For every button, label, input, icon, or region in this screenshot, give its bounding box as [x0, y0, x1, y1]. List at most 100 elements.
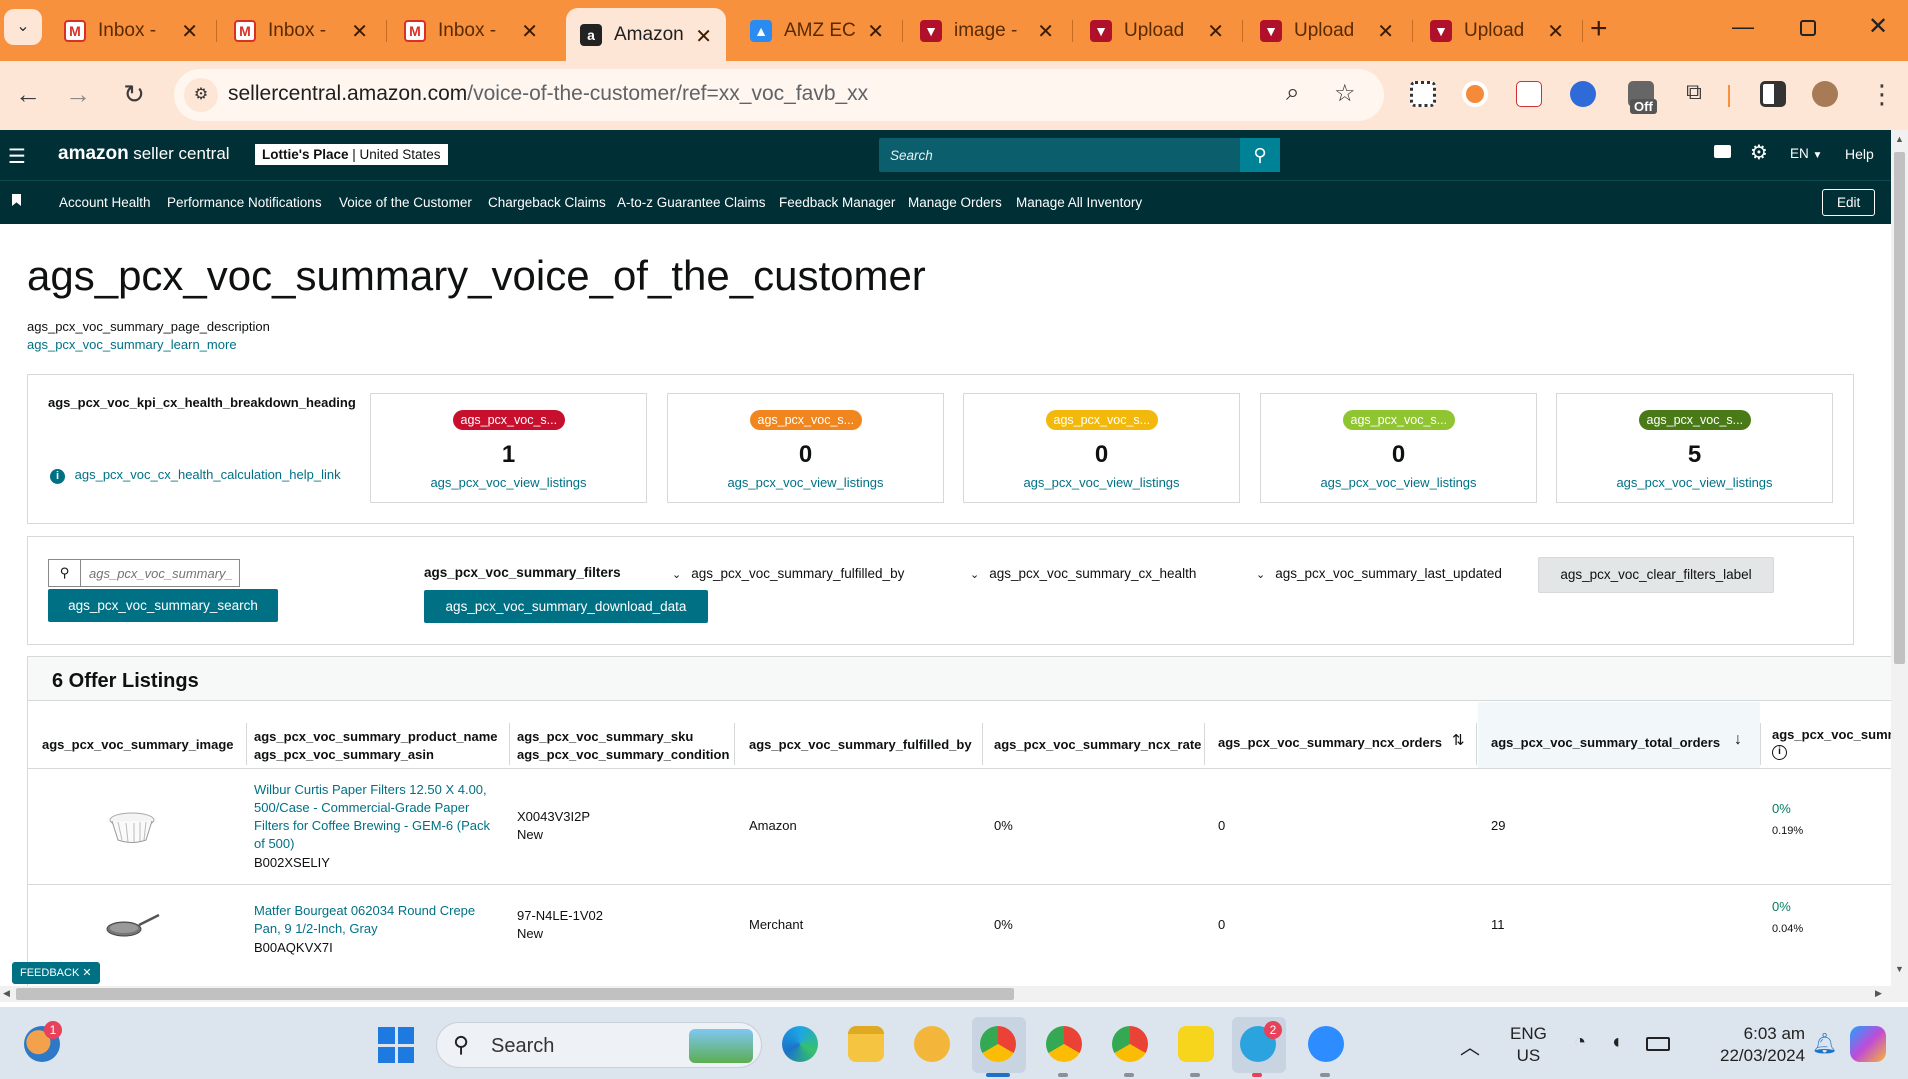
- file-explorer-icon[interactable]: [848, 1026, 884, 1062]
- back-icon[interactable]: ←: [12, 79, 44, 110]
- bookmark-icon[interactable]: [12, 194, 21, 206]
- close-icon[interactable]: ✕: [1207, 19, 1224, 44]
- volume-icon[interactable]: ◖: [1610, 1031, 1622, 1054]
- vpn-icon[interactable]: [914, 1026, 950, 1062]
- close-icon[interactable]: ✕: [1377, 19, 1394, 44]
- feedback-tab[interactable]: FEEDBACK ✕: [12, 962, 100, 984]
- cx-health-dropdown[interactable]: ⌄ ags_pcx_voc_summary_cx_health: [970, 566, 1196, 581]
- view-listings-link[interactable]: ags_pcx_voc_view_listings: [1261, 475, 1536, 490]
- product-name-link[interactable]: Wilbur Curtis Paper Filters 12.50 X 4.00…: [254, 781, 494, 853]
- download-data-button[interactable]: ags_pcx_voc_summary_download_data: [424, 590, 708, 623]
- nav-voice-of-the-customer[interactable]: Voice of the Customer: [339, 195, 472, 210]
- address-bar[interactable]: ⚙ sellercentral.amazon.com/voice-of-the-…: [174, 69, 1384, 121]
- view-listings-link[interactable]: ags_pcx_voc_view_listings: [1557, 475, 1832, 490]
- extensions-puzzle-icon[interactable]: ⧉: [1678, 79, 1710, 105]
- notification-bell-icon[interactable]: 🔔︎: [1812, 1031, 1837, 1056]
- close-icon[interactable]: ✕: [521, 19, 538, 44]
- horizontal-scroll-thumb[interactable]: [16, 988, 1014, 1000]
- profile-avatar[interactable]: [1812, 81, 1838, 107]
- kpi-card-poor[interactable]: ags_pcx_voc_s... 0 ags_pcx_voc_view_list…: [667, 393, 944, 503]
- tab-upload-1[interactable]: ▼ Upload ✕: [1076, 9, 1238, 53]
- kpi-card-fair[interactable]: ags_pcx_voc_s... 0 ags_pcx_voc_view_list…: [963, 393, 1240, 503]
- scroll-up-icon[interactable]: ▲: [1895, 134, 1904, 144]
- fulfilled-by-dropdown[interactable]: ⌄ ags_pcx_voc_summary_fulfilled_by: [672, 566, 904, 581]
- vertical-scroll-thumb[interactable]: [1894, 152, 1905, 664]
- start-button[interactable]: [378, 1027, 414, 1063]
- close-icon[interactable]: ✕: [351, 19, 368, 44]
- sticky-notes-icon[interactable]: [1178, 1026, 1214, 1062]
- zoom-icon[interactable]: [1308, 1026, 1344, 1062]
- mail-icon[interactable]: [1714, 145, 1731, 158]
- tab-gmail-3[interactable]: M Inbox - ✕: [390, 9, 552, 53]
- col-header-fulfilled-by[interactable]: ags_pcx_voc_summary_fulfilled_by: [749, 737, 972, 752]
- reload-icon[interactable]: ↻: [118, 79, 150, 110]
- scroll-right-icon[interactable]: ▶: [1875, 988, 1882, 999]
- scroll-down-icon[interactable]: ▼: [1895, 964, 1904, 974]
- zoom-icon[interactable]: ⌕: [1286, 79, 1299, 107]
- search-button[interactable]: ags_pcx_voc_summary_search: [48, 589, 278, 622]
- new-tab-button[interactable]: +: [1590, 12, 1608, 46]
- help-link-row[interactable]: i ags_pcx_voc_cx_health_calculation_help…: [50, 467, 341, 484]
- login-extension-icon[interactable]: [1516, 81, 1542, 107]
- language-indicator[interactable]: ENG US: [1510, 1023, 1547, 1067]
- window-close-icon[interactable]: ✕: [1868, 12, 1888, 41]
- col-header-condition[interactable]: ags_pcx_voc_summary_condition: [517, 747, 729, 762]
- tab-gmail-1[interactable]: M Inbox - ✕: [50, 9, 212, 53]
- view-listings-link[interactable]: ags_pcx_voc_view_listings: [964, 475, 1239, 490]
- tab-upload-3[interactable]: ▼ Upload ✕: [1416, 9, 1578, 53]
- col-header-image[interactable]: ags_pcx_voc_summary_image: [42, 737, 234, 752]
- kpi-card-good[interactable]: ags_pcx_voc_s... 0 ags_pcx_voc_view_list…: [1260, 393, 1537, 503]
- close-icon[interactable]: ✕: [695, 24, 712, 49]
- close-icon[interactable]: ✕: [1547, 19, 1564, 44]
- nav-manage-orders[interactable]: Manage Orders: [908, 195, 1002, 210]
- sort-icon[interactable]: ⇅: [1452, 731, 1465, 749]
- site-info-icon[interactable]: ⚙: [184, 78, 218, 112]
- view-listings-link[interactable]: ags_pcx_voc_view_listings: [668, 475, 943, 490]
- restore-icon[interactable]: [1800, 20, 1816, 36]
- chrome-profile-k2-icon[interactable]: [1112, 1026, 1148, 1062]
- nav-manage-all-inventory[interactable]: Manage All Inventory: [1016, 195, 1142, 210]
- nav-account-health[interactable]: Account Health: [59, 195, 151, 210]
- col-header-last[interactable]: ags_pcx_voc_summ: [1772, 727, 1891, 742]
- shield-extension-icon[interactable]: [1570, 81, 1596, 107]
- edit-nav-button[interactable]: Edit: [1822, 189, 1876, 216]
- horizontal-scrollbar[interactable]: ◀ ▶: [0, 986, 1891, 1002]
- filter-search-input[interactable]: [80, 559, 240, 587]
- nav-feedback-manager[interactable]: Feedback Manager: [779, 195, 895, 210]
- kpi-card-excellent[interactable]: ags_pcx_voc_s... 5 ags_pcx_voc_view_list…: [1556, 393, 1833, 503]
- close-icon[interactable]: ✕: [1037, 19, 1054, 44]
- view-listings-link[interactable]: ags_pcx_voc_view_listings: [371, 475, 646, 490]
- battery-icon[interactable]: [1646, 1037, 1670, 1051]
- tab-search-button[interactable]: ⌄: [4, 9, 42, 45]
- clock[interactable]: 6:03 am 22/03/2024: [1720, 1023, 1805, 1067]
- taskbar-search[interactable]: ⚲ Search: [436, 1022, 762, 1068]
- col-header-ncx-rate[interactable]: ags_pcx_voc_summary_ncx_rate: [994, 737, 1201, 752]
- browser-menu-icon[interactable]: ⋮: [1866, 79, 1898, 110]
- scroll-left-icon[interactable]: ◀: [3, 988, 10, 999]
- col-header-asin[interactable]: ags_pcx_voc_summary_asin: [254, 747, 434, 762]
- language-selector[interactable]: EN ▼: [1790, 146, 1822, 161]
- edge-icon[interactable]: [782, 1026, 818, 1062]
- help-link[interactable]: Help: [1845, 146, 1874, 162]
- hamburger-menu-icon[interactable]: ☰: [8, 144, 26, 169]
- col-header-ncx-orders[interactable]: ags_pcx_voc_summary_ncx_orders: [1218, 735, 1442, 750]
- tab-upload-2[interactable]: ▼ Upload ✕: [1246, 9, 1408, 53]
- clear-filters-button[interactable]: ags_pcx_voc_clear_filters_label: [1538, 557, 1774, 593]
- tab-gmail-2[interactable]: M Inbox - ✕: [220, 9, 382, 53]
- close-icon[interactable]: ✕: [82, 967, 91, 979]
- col-header-sku[interactable]: ags_pcx_voc_summary_sku: [517, 729, 693, 744]
- info-circle-icon[interactable]: i: [1772, 745, 1787, 760]
- bookmark-star-icon[interactable]: ☆: [1334, 79, 1356, 108]
- product-name-link[interactable]: Matfer Bourgeat 062034 Round Crepe Pan, …: [254, 902, 494, 938]
- chevron-up-icon[interactable]: ︿: [1460, 1031, 1480, 1060]
- close-icon[interactable]: ✕: [867, 19, 884, 44]
- side-panel-icon[interactable]: [1760, 81, 1786, 107]
- col-header-product-name[interactable]: ags_pcx_voc_summary_product_name: [254, 729, 498, 744]
- minimize-icon[interactable]: —: [1732, 14, 1754, 40]
- search-icon[interactable]: ⚲: [1240, 138, 1280, 172]
- copilot-icon[interactable]: [1850, 1026, 1886, 1062]
- forward-icon[interactable]: →: [62, 79, 94, 110]
- wifi-icon[interactable]: ◔: [1574, 1031, 1586, 1054]
- orange-extension-icon[interactable]: [1462, 81, 1488, 107]
- vertical-scrollbar[interactable]: ▲ ▼: [1891, 130, 1908, 1002]
